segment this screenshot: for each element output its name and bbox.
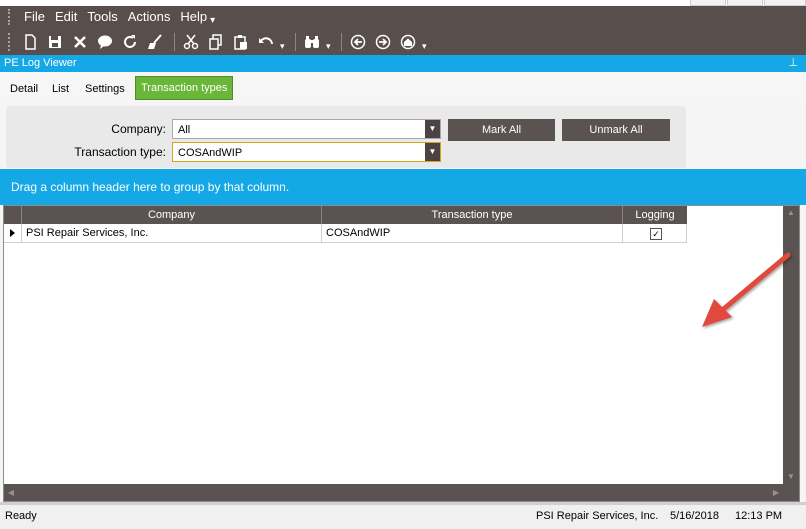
menu-file[interactable]: File [19, 6, 50, 28]
toolbar-separator [295, 33, 296, 51]
filter-panel: Company: All ▼ Transaction type: COSAndW… [6, 106, 686, 168]
paste-icon[interactable] [230, 31, 252, 53]
pin-icon[interactable]: ⊥ [788, 55, 798, 72]
status-text: Ready [5, 510, 37, 522]
scrollbar-corner [783, 484, 799, 501]
tab-settings[interactable]: Settings [80, 78, 130, 100]
menu-actions[interactable]: Actions [123, 6, 176, 28]
table-row[interactable]: PSI Repair Services, Inc. COSAndWIP ✓ [4, 224, 687, 243]
delete-icon[interactable] [69, 31, 91, 53]
grid-header: Company Transaction type Logging [4, 206, 687, 224]
save-icon[interactable] [44, 31, 66, 53]
scroll-right-icon[interactable]: ▶ [769, 484, 783, 501]
toolbar-grip[interactable] [8, 33, 13, 51]
tab-detail[interactable]: Detail [5, 78, 43, 100]
toolbar-separator [341, 33, 342, 51]
toolbar-separator [174, 33, 175, 51]
row-indicator[interactable] [4, 224, 22, 243]
clear-icon[interactable] [144, 31, 166, 53]
column-header-transaction-type[interactable]: Transaction type [322, 206, 623, 224]
comment-icon[interactable] [94, 31, 116, 53]
cell-transaction-type[interactable]: COSAndWIP [322, 224, 623, 243]
panel-title: PE Log Viewer [4, 57, 77, 69]
toolbar: ▾ ▾ ▾ [8, 30, 432, 54]
panel-caption: PE Log Viewer ⊥ [0, 55, 806, 72]
undo-dropdown-icon[interactable]: ▾ [280, 41, 288, 52]
logging-checkbox[interactable]: ✓ [650, 228, 662, 240]
application-window: File Edit Tools Actions Help ▾ ▾ ▾ ▾ PE … [0, 0, 806, 529]
transaction-type-value: COSAndWIP [178, 147, 243, 159]
home-icon[interactable] [397, 31, 419, 53]
menu-help[interactable]: Help [175, 6, 212, 28]
home-dropdown-icon[interactable]: ▾ [422, 41, 430, 52]
chevron-down-icon[interactable]: ▼ [425, 120, 440, 138]
status-company: PSI Repair Services, Inc. [536, 510, 659, 522]
tab-list[interactable]: List [47, 78, 74, 100]
menu-bar: File Edit Tools Actions Help ▾ [8, 6, 215, 28]
company-value: All [178, 124, 191, 136]
status-bar: Ready PSI Repair Services, Inc. 5/16/201… [0, 504, 806, 529]
status-date: 5/16/2018 [670, 510, 719, 522]
tab-strip: Detail List Settings Transaction types [0, 72, 806, 103]
transaction-type-combo[interactable]: COSAndWIP ▼ [172, 142, 441, 162]
menu-tools[interactable]: Tools [82, 6, 122, 28]
menu-edit[interactable]: Edit [50, 6, 82, 28]
scroll-left-icon[interactable]: ◀ [4, 484, 18, 501]
data-grid: Company Transaction type Logging PSI Rep… [3, 205, 800, 502]
find-icon[interactable] [301, 31, 323, 53]
column-header-logging[interactable]: Logging [623, 206, 687, 224]
forward-icon[interactable] [372, 31, 394, 53]
unmark-all-button[interactable]: Unmark All [562, 119, 670, 141]
current-row-icon [10, 229, 15, 237]
new-document-icon[interactable] [19, 31, 41, 53]
transaction-type-label: Transaction type: [74, 145, 166, 159]
menu-grip[interactable] [8, 9, 13, 25]
chevron-down-icon[interactable]: ▼ [425, 143, 440, 161]
company-label: Company: [111, 122, 166, 136]
menu-overflow-icon[interactable]: ▾ [210, 15, 215, 26]
cell-company[interactable]: PSI Repair Services, Inc. [22, 224, 322, 243]
main-content: Company: All ▼ Transaction type: COSAndW… [0, 102, 806, 502]
cell-logging[interactable]: ✓ [623, 224, 687, 243]
back-icon[interactable] [347, 31, 369, 53]
row-indicator-header [4, 206, 22, 224]
refresh-icon[interactable] [119, 31, 141, 53]
find-dropdown-icon[interactable]: ▾ [326, 41, 334, 52]
copy-icon[interactable] [205, 31, 227, 53]
scroll-down-icon[interactable]: ▼ [783, 470, 799, 484]
tab-transaction-types[interactable]: Transaction types [135, 76, 234, 100]
cut-icon[interactable] [180, 31, 202, 53]
column-header-company[interactable]: Company [22, 206, 322, 224]
group-by-panel[interactable]: Drag a column header here to group by th… [0, 169, 806, 205]
status-time: 12:13 PM [735, 510, 783, 522]
horizontal-scrollbar[interactable]: ◀ ▶ [4, 484, 783, 501]
undo-icon[interactable] [255, 31, 277, 53]
group-by-hint: Drag a column header here to group by th… [11, 180, 290, 194]
annotation-arrow-icon [702, 252, 791, 327]
scroll-up-icon[interactable]: ▲ [783, 206, 799, 220]
mark-all-button[interactable]: Mark All [448, 119, 555, 141]
company-combo[interactable]: All ▼ [172, 119, 441, 139]
